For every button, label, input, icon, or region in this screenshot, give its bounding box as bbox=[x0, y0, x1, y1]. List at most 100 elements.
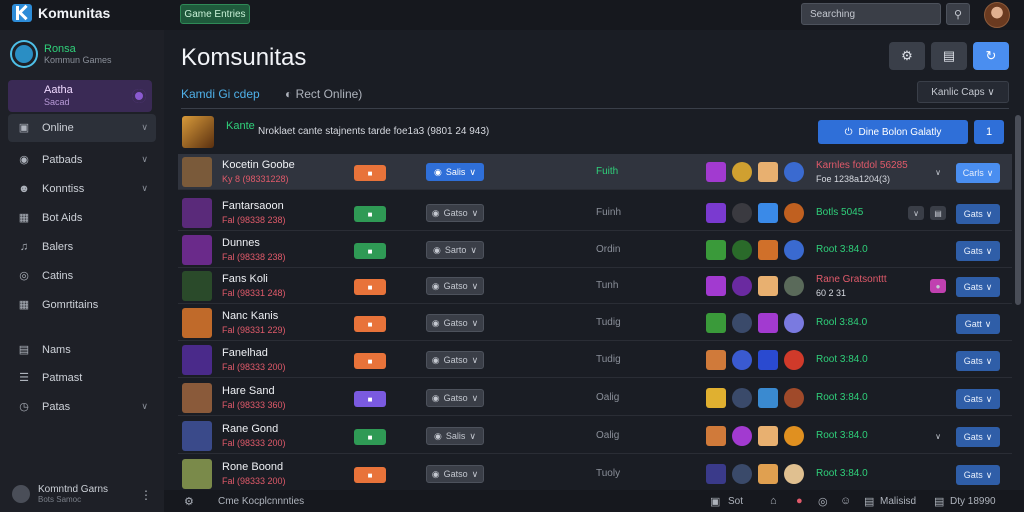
champion-icon[interactable] bbox=[784, 240, 804, 260]
status-pill[interactable]: ■ bbox=[354, 206, 386, 222]
image-icon[interactable]: ▤ bbox=[864, 495, 874, 508]
champion-icon[interactable] bbox=[758, 350, 778, 370]
champion-icon[interactable] bbox=[732, 464, 752, 484]
status-pill[interactable]: ■ bbox=[354, 429, 386, 445]
search-icon[interactable]: ⚲ bbox=[946, 3, 970, 25]
chevron-down-icon[interactable]: ∨ bbox=[930, 165, 946, 179]
settings-icon[interactable]: ⚙ bbox=[889, 42, 925, 70]
notification-icon[interactable]: ● bbox=[796, 495, 803, 507]
game-select[interactable]: ◉ Sarto ∨ bbox=[426, 241, 484, 259]
home-icon[interactable]: ⌂ bbox=[770, 495, 777, 507]
table-row[interactable]: Nanc Kanis Fal (98331 229) ■ ◉ Gatso ∨ Tudig Ro… bbox=[178, 305, 1012, 341]
camera-icon[interactable]: ▣ bbox=[710, 495, 720, 508]
refresh-icon[interactable]: ↻ bbox=[973, 42, 1009, 70]
champion-icon[interactable] bbox=[758, 276, 778, 296]
champion-icon[interactable] bbox=[758, 203, 778, 223]
champion-icon[interactable] bbox=[706, 388, 726, 408]
sidebar-item-patmast[interactable]: ☰ Patmast bbox=[8, 364, 156, 392]
table-row[interactable]: Dunnes Fal (98338 238) ■ ◉ Sarto ∨ Ordin Root 3… bbox=[178, 232, 1012, 268]
row-action-button[interactable]: Gats ∨ bbox=[956, 241, 1000, 261]
settings-icon[interactable]: ⚙ bbox=[184, 495, 194, 508]
table-row[interactable]: Fantarsaoon Fal (98338 238) ■ ◉ Gatso ∨ Fuinh B… bbox=[178, 195, 1012, 231]
table-row[interactable]: Kocetin Goobe Ky 8 (98331228) ■ ◉ Salis ∨ Fuit… bbox=[178, 154, 1012, 190]
champion-icon[interactable] bbox=[706, 350, 726, 370]
sidebar-item-patas[interactable]: ◷ Patas ∨ bbox=[8, 393, 156, 421]
sidebar-item-konntiss[interactable]: ☻ Konntiss ∨ bbox=[8, 175, 156, 203]
status-pill[interactable]: ■ bbox=[354, 391, 386, 407]
shield-icon[interactable]: ◎ bbox=[818, 495, 828, 508]
table-row[interactable]: Fans Koli Fal (98331 248) ■ ◉ Gatso ∨ Tunh Rane… bbox=[178, 268, 1012, 304]
sidebar-item-patbads[interactable]: ◉ Patbads ∨ bbox=[8, 146, 156, 174]
table-row[interactable]: Rane Gond Fal (98333 200) ■ ◉ Salis ∨ Oalig Roo… bbox=[178, 418, 1012, 454]
game-select[interactable]: ◉ Gatso ∨ bbox=[426, 389, 484, 407]
selected-server-card[interactable]: Aatha Sacad bbox=[8, 80, 152, 112]
champion-icon[interactable] bbox=[732, 388, 752, 408]
champion-icon[interactable] bbox=[732, 162, 752, 182]
champion-icon[interactable] bbox=[784, 388, 804, 408]
game-select[interactable]: ◉ Gatso ∨ bbox=[426, 314, 484, 332]
game-select[interactable]: ◉ Gatso ∨ bbox=[426, 204, 484, 222]
status-pill[interactable]: ■ bbox=[354, 165, 386, 181]
sidebar-footer[interactable]: Komntnd Garns Bots Samoc bbox=[12, 484, 108, 504]
row-action-button[interactable]: Gats ∨ bbox=[956, 204, 1000, 224]
sidebar-item-catins[interactable]: ◎ Catins bbox=[8, 262, 156, 290]
champion-icon[interactable] bbox=[706, 426, 726, 446]
champion-icon[interactable] bbox=[784, 464, 804, 484]
champion-icon[interactable] bbox=[758, 426, 778, 446]
profile[interactable]: Ronsa Kommun Games bbox=[12, 42, 112, 66]
layout-icon[interactable]: ▤ bbox=[931, 42, 967, 70]
champion-icon[interactable] bbox=[784, 313, 804, 333]
table-row[interactable]: Rone Boond Fal (98333 200) ■ ◉ Gatso ∨ Tuoly Ro… bbox=[178, 456, 1012, 492]
champion-icon[interactable] bbox=[784, 162, 804, 182]
expand-icon[interactable]: ∨ bbox=[908, 206, 924, 220]
game-select[interactable]: ◉ Salis ∨ bbox=[426, 163, 484, 181]
table-row[interactable]: Fanelhad Fal (98333 200) ■ ◉ Gatso ∨ Tudig Root… bbox=[178, 342, 1012, 378]
status-pill[interactable]: ■ bbox=[354, 353, 386, 369]
row-action-button[interactable]: Carls ∨ bbox=[956, 163, 1000, 183]
featured-primary-button[interactable]: ⏻ Dine Bolon Galatly bbox=[818, 120, 968, 144]
status-pill[interactable]: ■ bbox=[354, 243, 386, 259]
champion-icon[interactable] bbox=[784, 276, 804, 296]
champion-icon[interactable] bbox=[732, 276, 752, 296]
game-select[interactable]: ◉ Salis ∨ bbox=[426, 427, 484, 445]
search-input[interactable]: Searching bbox=[801, 3, 941, 25]
champion-icon[interactable] bbox=[706, 313, 726, 333]
table-row[interactable]: Hare Sand Fal (98333 360) ■ ◉ Gatso ∨ Oalig Roo… bbox=[178, 380, 1012, 416]
chevron-down-icon[interactable]: ∨ bbox=[930, 429, 946, 443]
champion-icon[interactable] bbox=[706, 203, 726, 223]
champion-icon[interactable] bbox=[758, 388, 778, 408]
row-action-button[interactable]: Gats ∨ bbox=[956, 277, 1000, 297]
badge-icon[interactable]: ● bbox=[930, 279, 946, 293]
champion-icon[interactable] bbox=[706, 162, 726, 182]
champion-icon[interactable] bbox=[732, 313, 752, 333]
tab-rect-online[interactable]: ◐ Rect Online) bbox=[285, 87, 362, 101]
row-action-button[interactable]: Gatt ∨ bbox=[956, 314, 1000, 334]
sidebar-item-nams[interactable]: ▤ Nams bbox=[8, 336, 156, 364]
sidebar-item-balers[interactable]: ♫ Balers bbox=[8, 233, 156, 261]
row-action-button[interactable]: Gats ∨ bbox=[956, 427, 1000, 447]
user-avatar[interactable] bbox=[984, 2, 1010, 28]
game-select[interactable]: ◉ Gatso ∨ bbox=[426, 351, 484, 369]
row-action-button[interactable]: Gats ∨ bbox=[956, 389, 1000, 409]
more-options-icon[interactable]: ⋮ bbox=[140, 488, 152, 502]
game-select[interactable]: ◉ Gatso ∨ bbox=[426, 277, 484, 295]
champion-icon[interactable] bbox=[732, 426, 752, 446]
scrollbar[interactable] bbox=[1015, 115, 1021, 305]
layout-icon[interactable]: ▤ bbox=[930, 206, 946, 220]
tab-kamdi[interactable]: Kamdi Gi cdep bbox=[181, 87, 260, 101]
row-action-button[interactable]: Gats ∨ bbox=[956, 351, 1000, 371]
brand[interactable]: Komunitas bbox=[12, 4, 110, 22]
status-pill[interactable]: ■ bbox=[354, 316, 386, 332]
champion-icon[interactable] bbox=[732, 203, 752, 223]
sidebar-item-gomrtitains[interactable]: ▦ Gomrtitains bbox=[8, 291, 156, 319]
bottom-link-sot[interactable]: Sot bbox=[728, 496, 743, 507]
champion-icon[interactable] bbox=[732, 240, 752, 260]
row-action-button[interactable]: Gats ∨ bbox=[956, 465, 1000, 485]
champion-icon[interactable] bbox=[732, 350, 752, 370]
emoji-icon[interactable]: ☺ bbox=[840, 495, 851, 507]
champion-icon[interactable] bbox=[706, 464, 726, 484]
champion-icon[interactable] bbox=[706, 240, 726, 260]
game-entries-chip[interactable]: Game Entries bbox=[180, 4, 250, 24]
champion-icon[interactable] bbox=[784, 203, 804, 223]
featured-square-button[interactable]: 1 bbox=[974, 120, 1004, 144]
